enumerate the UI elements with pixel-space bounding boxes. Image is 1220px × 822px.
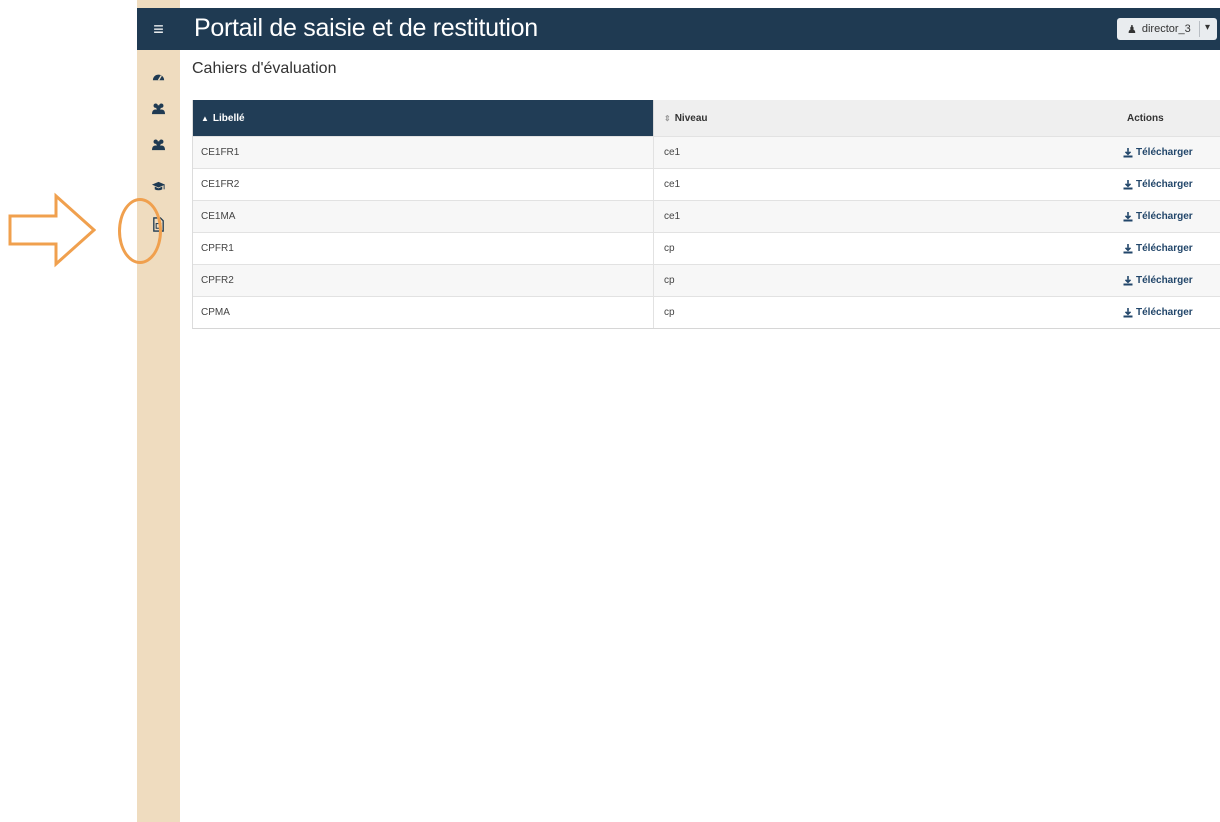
cell-actions: Télécharger <box>1123 137 1220 168</box>
download-icon <box>1123 179 1133 189</box>
download-link[interactable]: Télécharger <box>1123 211 1193 222</box>
table-row: CPMA cp Télécharger <box>193 296 1220 328</box>
cell-niveau: ce1 <box>653 137 1123 168</box>
download-icon <box>1123 147 1133 157</box>
column-header-libelle[interactable]: ▲ Libellé <box>193 100 653 136</box>
annotation-arrow-icon <box>8 192 96 268</box>
cell-actions: Télécharger <box>1123 169 1220 200</box>
cell-libelle: CE1MA <box>201 211 236 222</box>
table-row: CE1MA ce1 Télécharger <box>193 200 1220 232</box>
sidebar-item-users[interactable] <box>137 94 180 122</box>
download-link[interactable]: Télécharger <box>1123 307 1193 318</box>
download-link[interactable]: Télécharger <box>1123 179 1193 190</box>
chevron-down-icon: ▾ <box>1205 22 1211 33</box>
page-title: Cahiers d'évaluation <box>192 60 337 77</box>
app-title: Portail de saisie et de restitution <box>194 14 538 42</box>
cell-actions: Télécharger <box>1123 233 1220 264</box>
cell-actions: Télécharger <box>1123 201 1220 232</box>
sidebar-item-classes[interactable] <box>137 172 180 200</box>
table-body: CE1FR1 ce1 Télécharger CE1FR2 ce1 Téléch… <box>193 136 1220 328</box>
sort-ascending-icon: ▲ <box>201 113 209 123</box>
cell-niveau: cp <box>653 265 1123 296</box>
download-icon <box>1123 275 1133 285</box>
graduation-cap-icon <box>151 181 166 190</box>
column-header-actions: Actions <box>1123 100 1220 136</box>
cell-libelle: CE1FR2 <box>201 179 240 190</box>
sidebar-item-dashboard[interactable] <box>137 62 180 90</box>
user-menu-button[interactable]: ♟ director_3 ▾ <box>1117 18 1217 40</box>
menu-toggle-button[interactable]: ≡ <box>137 8 180 50</box>
divider <box>1199 21 1200 37</box>
cell-actions: Télécharger <box>1123 265 1220 296</box>
cell-libelle: CPFR1 <box>201 243 234 254</box>
sidebar: ≡ <box>137 0 180 822</box>
download-icon <box>1123 243 1133 253</box>
cell-niveau: ce1 <box>653 201 1123 232</box>
cell-libelle: CE1FR1 <box>201 147 240 158</box>
table-row: CE1FR1 ce1 Télécharger <box>193 136 1220 168</box>
cell-niveau: ce1 <box>653 169 1123 200</box>
sidebar-item-groups[interactable] <box>137 130 180 158</box>
annotation-highlight-circle <box>118 198 162 264</box>
table-row: CPFR1 cp Télécharger <box>193 232 1220 264</box>
users-icon <box>151 139 166 150</box>
cell-libelle: CPMA <box>201 307 230 318</box>
cell-actions: Télécharger <box>1123 297 1220 328</box>
download-link[interactable]: Télécharger <box>1123 243 1193 254</box>
evaluation-table: ▲ Libellé ⇕ Niveau Actions CE1FR1 ce1 Té… <box>192 100 1220 329</box>
user-icon: ♟ <box>1127 23 1137 36</box>
sort-icon: ⇕ <box>664 113 671 123</box>
download-link[interactable]: Télécharger <box>1123 275 1193 286</box>
top-header: Portail de saisie et de restitution ♟ di… <box>180 8 1220 50</box>
column-header-niveau[interactable]: ⇕ Niveau <box>653 100 1123 136</box>
dashboard-icon <box>152 74 165 81</box>
table-header: ▲ Libellé ⇕ Niveau Actions <box>193 100 1220 136</box>
download-icon <box>1123 211 1133 221</box>
cell-niveau: cp <box>653 297 1123 328</box>
download-link[interactable]: Télécharger <box>1123 147 1193 158</box>
table-row: CE1FR2 ce1 Télécharger <box>193 168 1220 200</box>
download-icon <box>1123 307 1133 317</box>
users-icon <box>151 103 166 114</box>
cell-libelle: CPFR2 <box>201 275 234 286</box>
hamburger-icon: ≡ <box>153 18 164 39</box>
cell-niveau: cp <box>653 233 1123 264</box>
username: director_3 <box>1141 23 1191 35</box>
table-row: CPFR2 cp Télécharger <box>193 264 1220 296</box>
